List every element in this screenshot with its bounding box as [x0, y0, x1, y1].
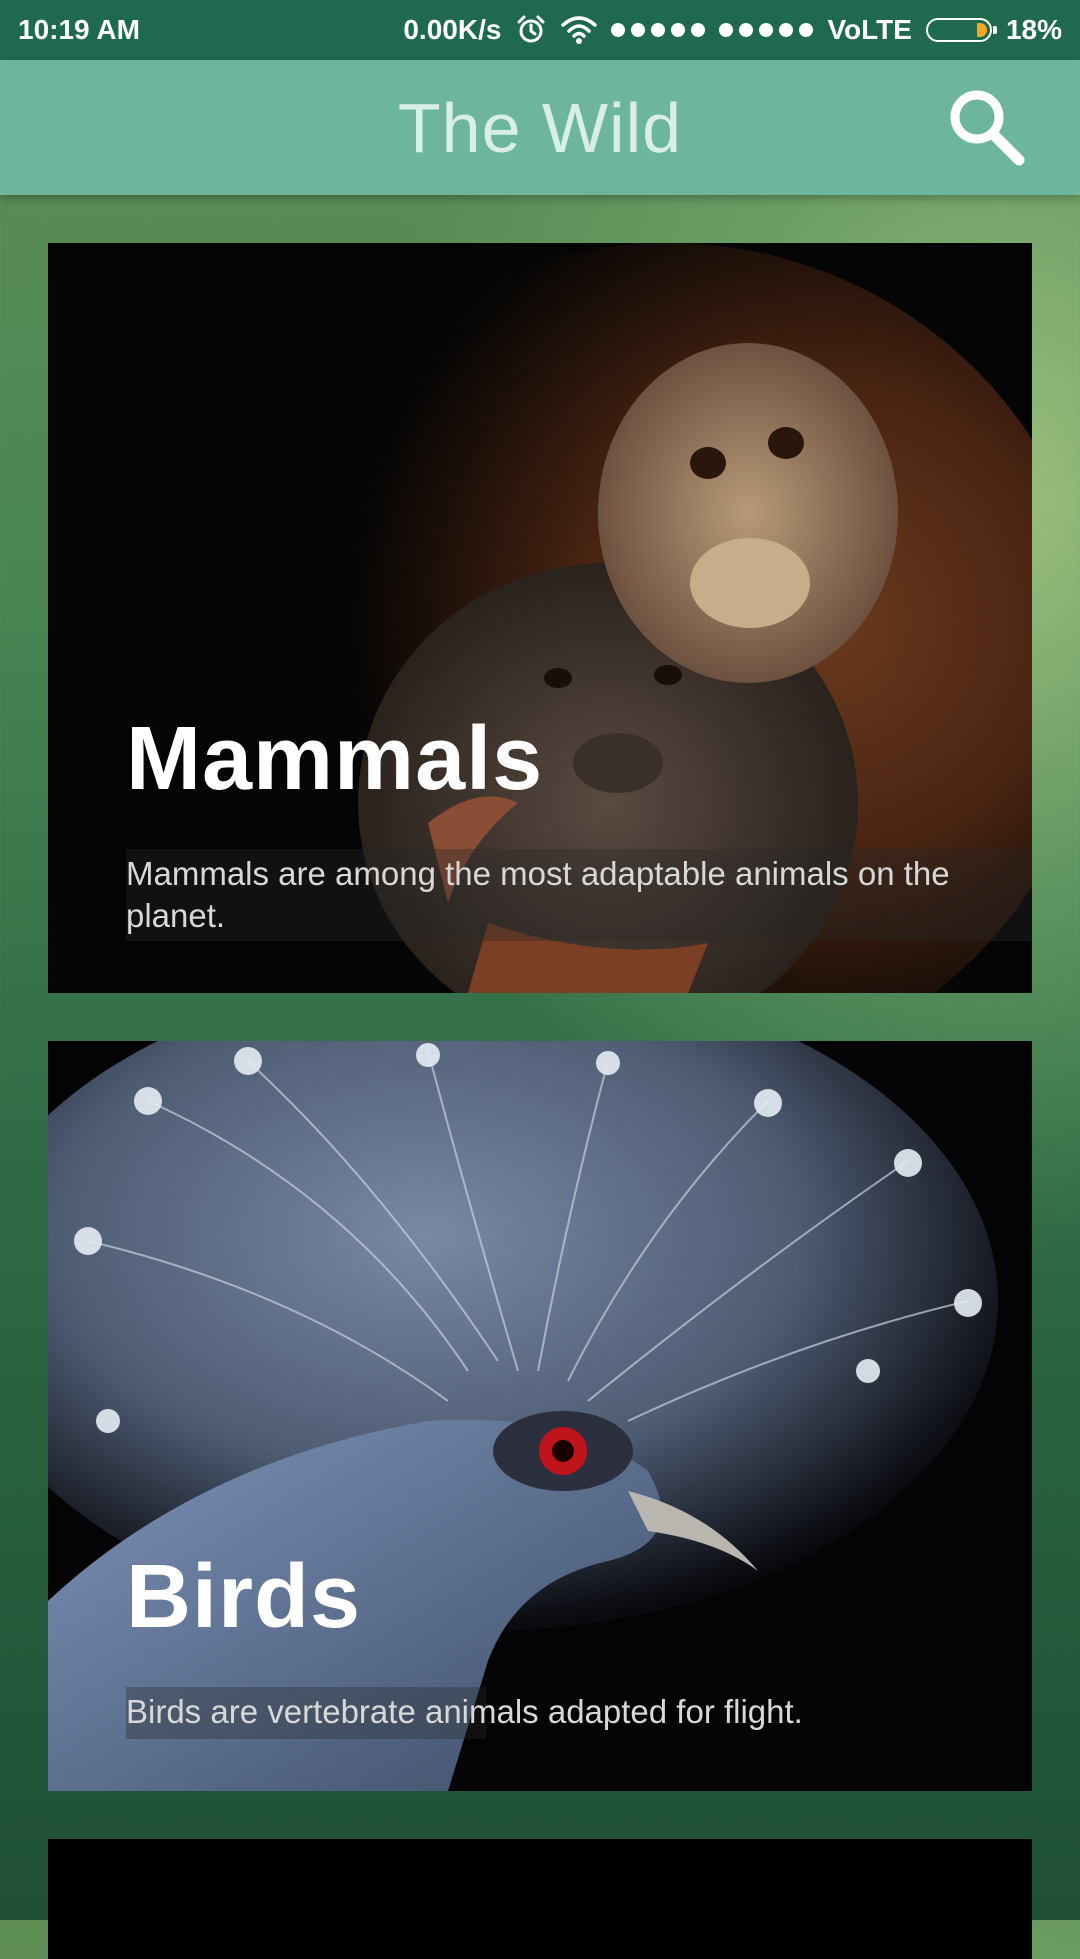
battery-icon: [925, 18, 997, 42]
card-description: Mammals are among the most adaptable ani…: [126, 855, 950, 934]
battery-percent: 18%: [1005, 14, 1062, 45]
birds-image: [48, 1041, 1032, 1791]
status-right: 0.00K/s VoLTE 18%: [403, 14, 1062, 46]
search-button[interactable]: [940, 82, 1030, 172]
status-bar: 10:19 AM 0.00K/s VoLTE 18%: [0, 0, 1080, 60]
search-icon: [950, 90, 1025, 166]
card-title: Mammals: [126, 709, 544, 809]
alarm-icon: [515, 14, 547, 46]
app-bar: The Wild: [0, 60, 1080, 195]
signal-icon: [611, 23, 814, 37]
app-title: The Wild: [397, 88, 683, 167]
wifi-icon: [561, 15, 598, 45]
category-card-mammals[interactable]: Mammals Mammals are among the most adapt…: [48, 243, 1032, 993]
category-card-birds[interactable]: Birds Birds are vertebrate animals adapt…: [48, 1041, 1032, 1791]
status-left: 10:19 AM: [18, 14, 140, 46]
card-description: Birds are vertebrate animals adapted for…: [126, 1693, 803, 1730]
network-speed: 0.00K/s: [403, 14, 502, 45]
status-time: 10:19 AM: [18, 14, 140, 45]
carrier-label: VoLTE: [827, 14, 912, 45]
card-title: Birds: [126, 1547, 362, 1647]
category-card-partial[interactable]: [48, 1839, 1032, 1959]
